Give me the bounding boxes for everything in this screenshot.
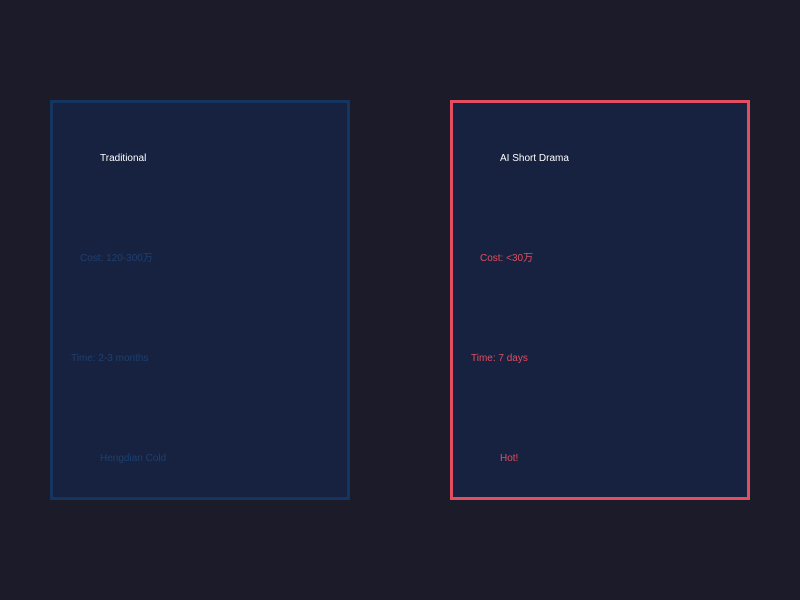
traditional-status: Hengdian Cold xyxy=(100,453,167,464)
traditional-time: Time: 2-3 months xyxy=(71,353,149,364)
ai-short-drama-cost: Cost: <30万 xyxy=(480,253,534,264)
traditional-title: Traditional xyxy=(100,153,147,164)
traditional-panel: Traditional Cost: 120-300万 Time: 2-3 mon… xyxy=(50,100,350,500)
ai-short-drama-panel: AI Short Drama Cost: <30万 Time: 7 days H… xyxy=(450,100,750,500)
ai-short-drama-time: Time: 7 days xyxy=(471,353,528,364)
ai-short-drama-status: Hot! xyxy=(500,453,519,464)
ai-short-drama-title: AI Short Drama xyxy=(500,153,569,164)
traditional-cost: Cost: 120-300万 xyxy=(80,253,153,264)
